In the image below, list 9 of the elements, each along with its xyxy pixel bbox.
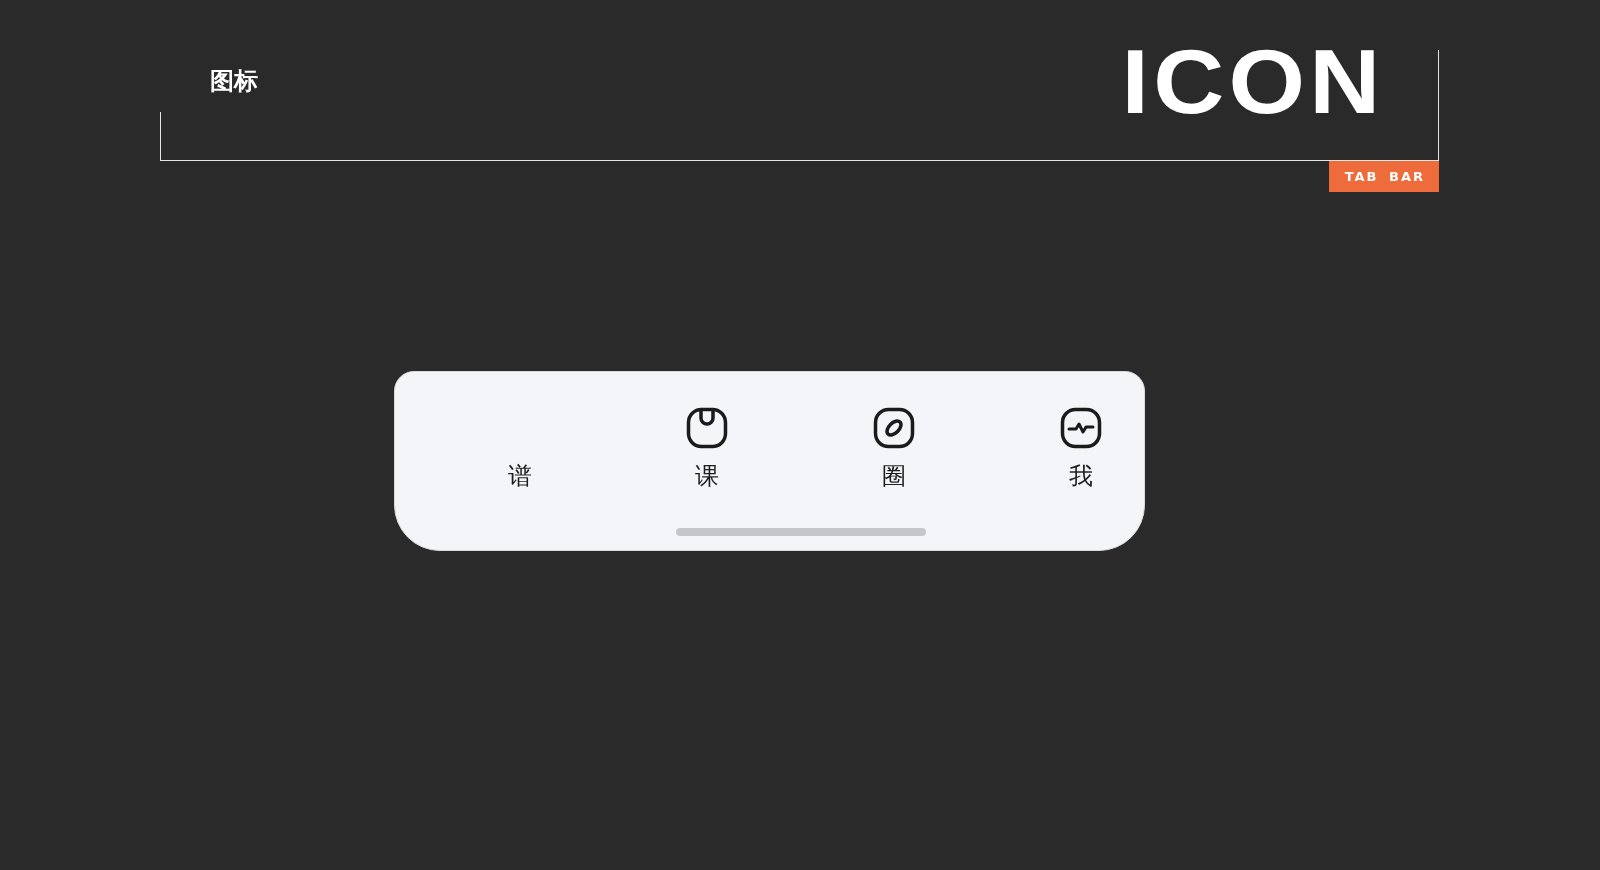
notch-square-icon bbox=[686, 407, 728, 449]
tab-item[interactable]: 圈 bbox=[834, 407, 954, 490]
tab-item[interactable]: 我 bbox=[1021, 407, 1141, 490]
logo-text: ICON bbox=[1121, 36, 1384, 116]
section-badge: TAB BAR bbox=[1328, 161, 1439, 192]
tab-item[interactable]: 谱 bbox=[460, 407, 580, 490]
tab-item[interactable]: 课 bbox=[647, 407, 767, 490]
oval-ring-icon bbox=[873, 407, 915, 449]
section-title: 图标 bbox=[210, 66, 258, 96]
